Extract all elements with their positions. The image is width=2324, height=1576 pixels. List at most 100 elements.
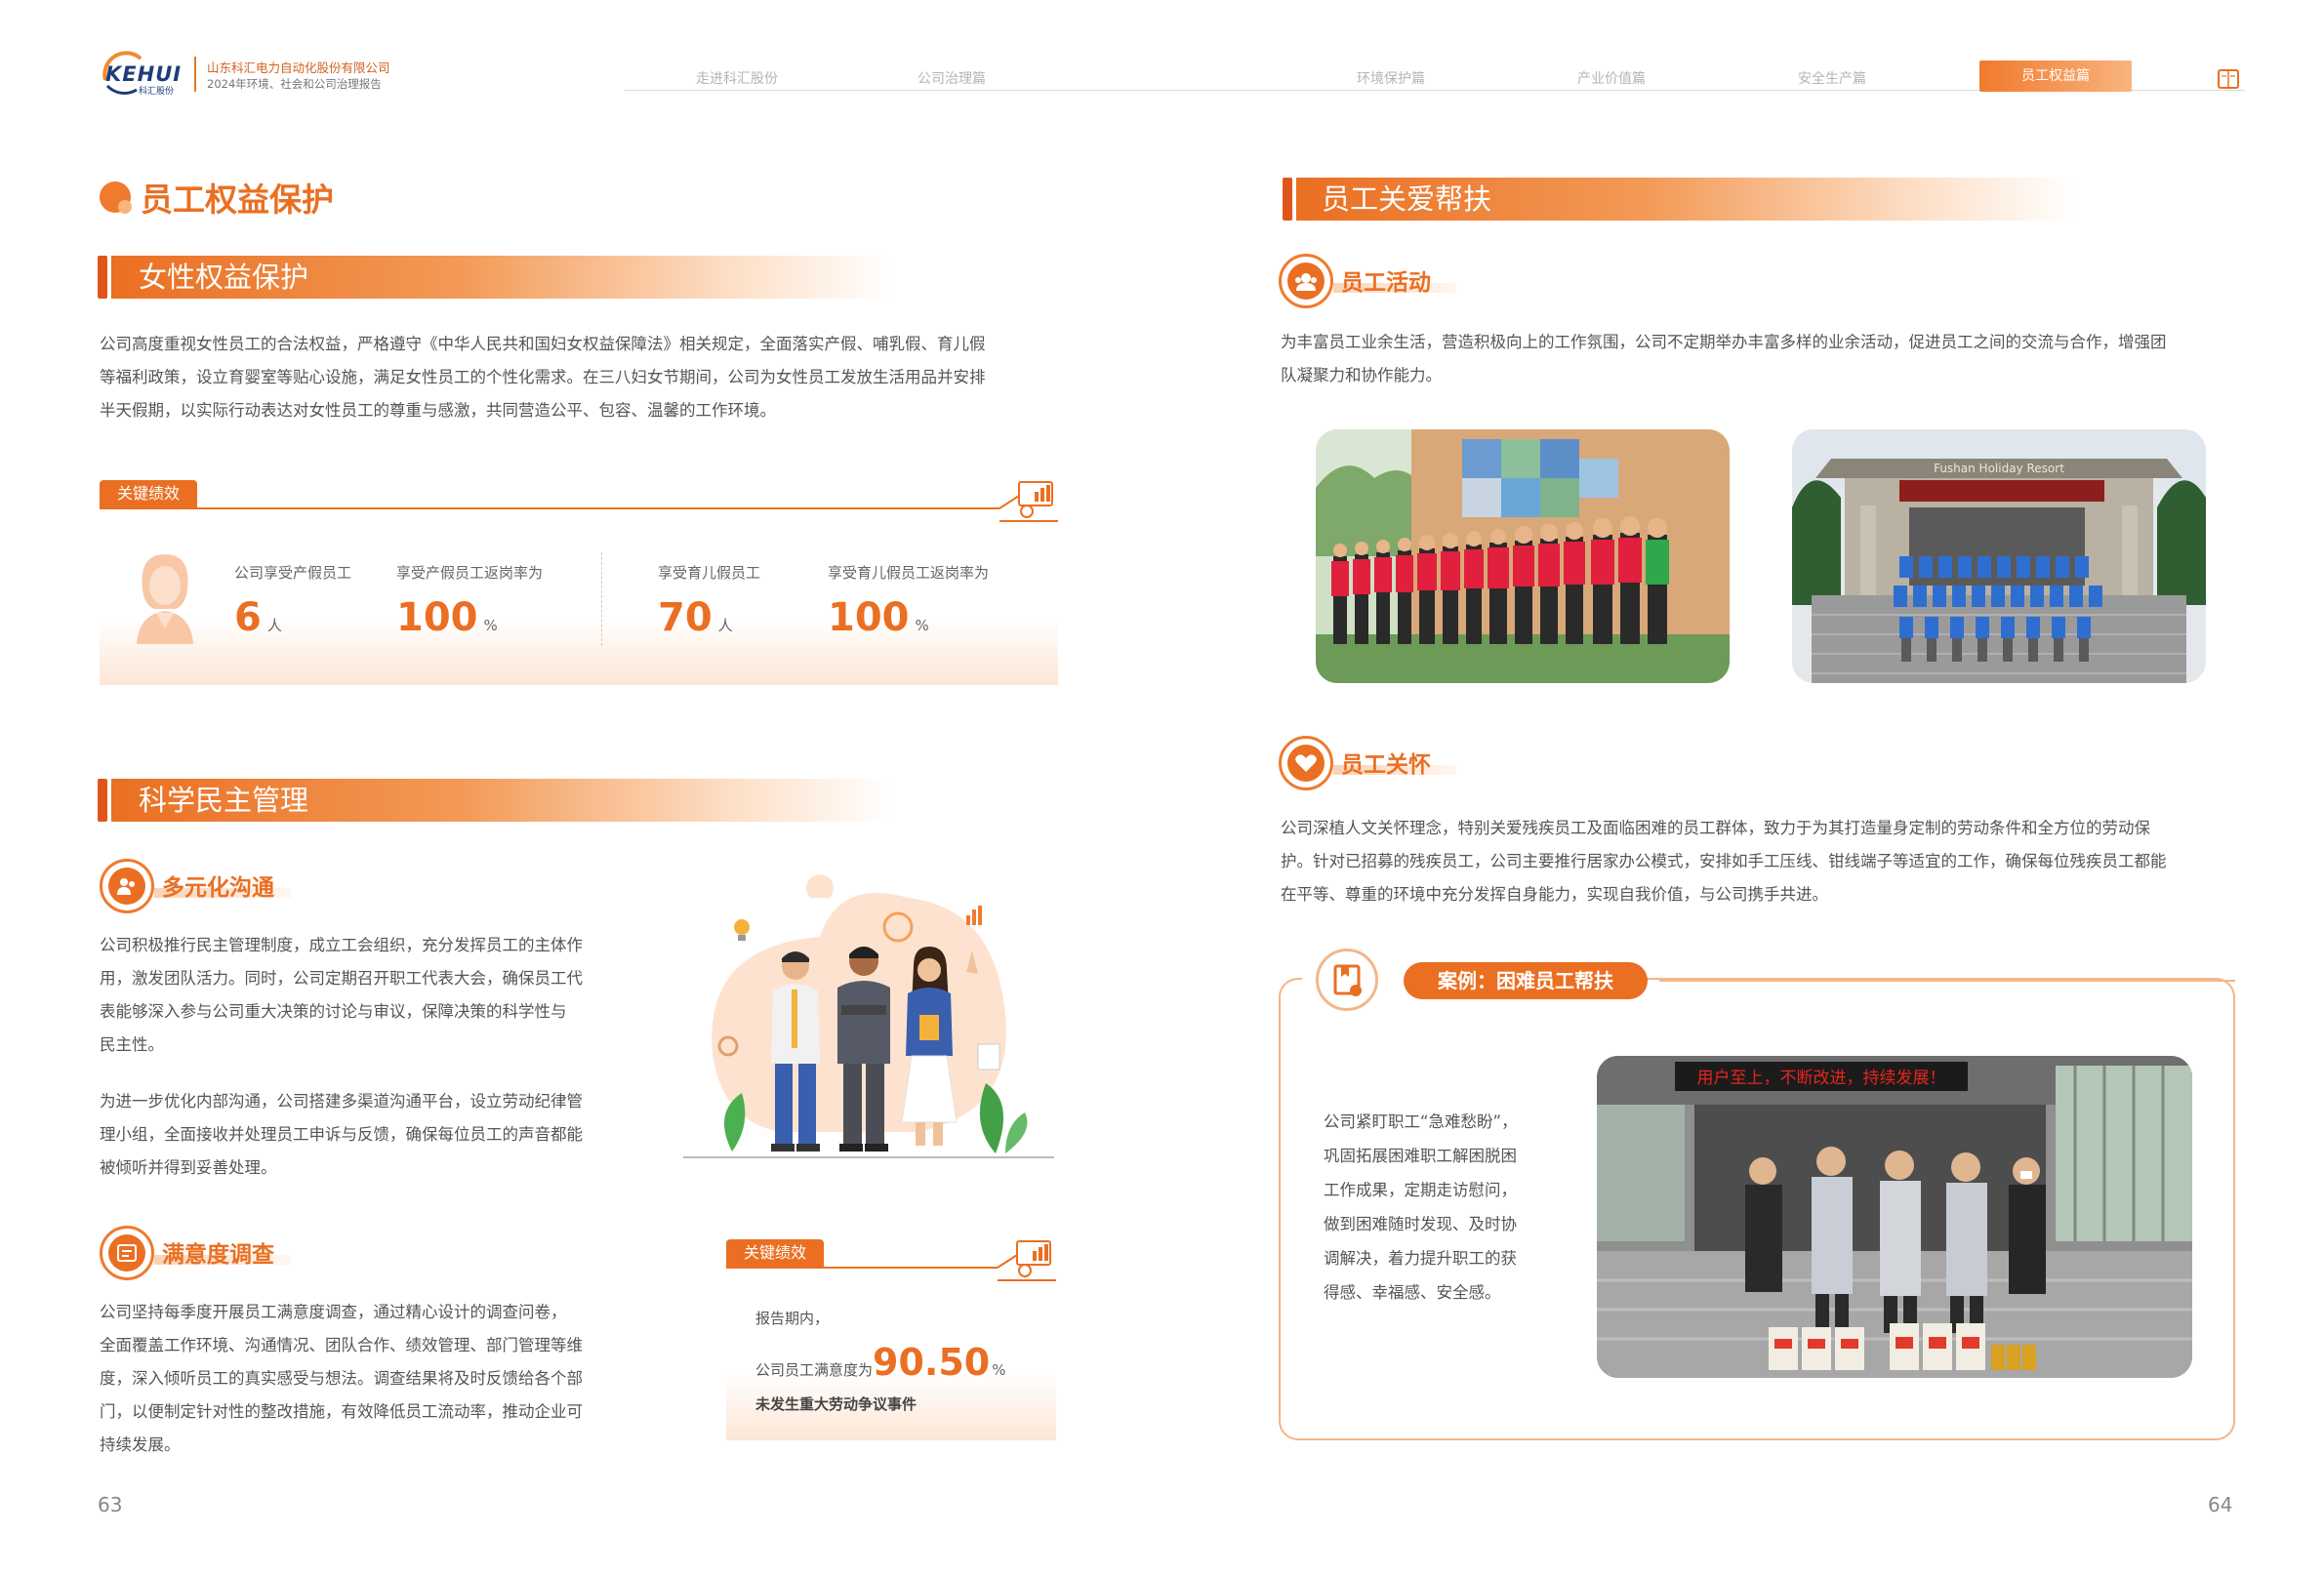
paragraph-line: 为进一步优化内部沟通，公司搭建多渠道沟通平台，设立劳动纪律管 bbox=[100, 1092, 583, 1111]
kpi-value-row: 100% bbox=[828, 595, 929, 640]
paragraph-line: 巩固拓展困难职工解困脱困 bbox=[1324, 1147, 1517, 1165]
page-number-left: 63 bbox=[98, 1493, 123, 1516]
kpi-unit: % bbox=[915, 617, 929, 634]
nav-item-safety[interactable]: 安全生产篇 bbox=[1769, 68, 1896, 88]
paragraph-line: 理小组，全面接收并处理员工申诉与反馈，确保每位员工的声音都能 bbox=[100, 1125, 583, 1144]
paragraph-line: 在平等、尊重的环境中充分发挥自身能力，实现自我价值，与公司携手共进。 bbox=[1281, 885, 1828, 904]
kpi-value-row: 6人 bbox=[234, 595, 282, 640]
paragraph-line: 调解决，着力提升职工的获 bbox=[1324, 1249, 1517, 1268]
kpi-unit: % bbox=[992, 1361, 1006, 1379]
subsection-title-care: 员工关怀 bbox=[1341, 752, 1431, 778]
kpi-unit: 人 bbox=[717, 617, 733, 634]
nav-item-employee-active[interactable]: 员工权益篇 bbox=[1979, 61, 2132, 92]
kpi-value-row: 100% bbox=[396, 595, 498, 640]
kpi-divider bbox=[100, 507, 999, 509]
paragraph-line: 工作成果，定期走访慰问， bbox=[1324, 1181, 1517, 1199]
kpi-label: 公司员工满意度为 bbox=[755, 1361, 874, 1379]
nav-item-environment[interactable]: 环境保护篇 bbox=[1327, 68, 1454, 88]
kpi-label: 享受产假员工返岗率为 bbox=[396, 564, 544, 582]
kpi-unit: % bbox=[483, 617, 498, 634]
paragraph-line: 护。针对已招募的残疾员工，公司主要推行居家办公模式，安排如手工压线、钳线端子等适… bbox=[1281, 852, 2167, 870]
kpi-divider bbox=[726, 1267, 998, 1269]
logo-text: KEHUI bbox=[105, 62, 183, 86]
page-title: 员工权益保护 bbox=[141, 181, 334, 219]
case-icon bbox=[1316, 949, 1378, 1011]
kpi-value-row: 70 人 bbox=[658, 595, 733, 640]
nav-item-industry[interactable]: 产业价值篇 bbox=[1548, 68, 1675, 88]
kpi-label: 享受育儿假员工返岗率为 bbox=[828, 564, 990, 582]
kpi-chart-icon bbox=[999, 481, 1058, 522]
activity-icon bbox=[1279, 254, 1333, 308]
kpi-value: 70 bbox=[658, 595, 713, 640]
case-title: 案例：困难员工帮扶 bbox=[1404, 962, 1648, 999]
report-header: KEHUI 科汇股份 山东科汇电力自动化股份有限公司 2024年环境、社会和公司… bbox=[0, 0, 2324, 107]
paragraph-line: 做到困难随时发现、及时协 bbox=[1324, 1215, 1517, 1233]
nav-item-governance[interactable]: 公司治理篇 bbox=[888, 68, 1015, 88]
section-band-marker bbox=[1283, 178, 1292, 221]
paragraph-line: 半天假期，以实际行动表达对女性员工的尊重与感激，共同营造公平、包容、温馨的工作环… bbox=[100, 401, 776, 420]
subsection-title-survey: 满意度调查 bbox=[162, 1242, 274, 1268]
paragraph-line: 等福利政策，设立育婴室等贴心设施，满足女性员工的个性化需求。在三八妇女节期间，公… bbox=[100, 368, 986, 386]
care-paragraph: 公司深植人文关怀理念，特别关爱残疾员工及面临困难的员工群体，致力于为其打造量身定… bbox=[1281, 812, 2257, 911]
paragraph-line: 公司坚持每季度开展员工满意度调查，通过精心设计的调查问卷， bbox=[100, 1303, 567, 1321]
kpi-divider-end bbox=[999, 520, 1058, 522]
kpi-value: 90.50 bbox=[873, 1341, 991, 1384]
paragraph-line: 公司积极推行民主管理制度，成立工会组织，充分发挥员工的主体作 bbox=[100, 936, 583, 954]
communication-icon bbox=[100, 859, 154, 913]
subsection-title-communication: 多元化沟通 bbox=[162, 875, 274, 901]
team-illustration bbox=[683, 874, 1054, 1158]
paragraph-line: 持续发展。 bbox=[100, 1435, 181, 1454]
kpi-value-row: 公司员工满意度为90.50% bbox=[755, 1341, 1005, 1384]
section-title-democracy: 科学民主管理 bbox=[139, 784, 309, 817]
paragraph-line: 民主性。 bbox=[100, 1035, 164, 1054]
kpi-separator bbox=[601, 552, 602, 646]
page-number-right: 64 bbox=[2208, 1493, 2233, 1516]
paragraph-line: 为丰富员工业余生活，营造积极向上的工作氛围，公司不定期举办丰富多样的业余活动，促… bbox=[1281, 333, 2167, 351]
paragraph-line: 用，激发团队活力。同时，公司定期召开职工代表大会，确保员工代 bbox=[100, 969, 583, 988]
kpi-unit: 人 bbox=[266, 617, 282, 634]
paragraph-line: 队凝聚力和协作能力。 bbox=[1281, 366, 1442, 384]
kpi-label: 享受育儿假员工 bbox=[658, 564, 761, 582]
paragraph-line: 被倾听并得到妥善处理。 bbox=[100, 1158, 277, 1177]
paragraph-line: 得感、幸福感、安全感。 bbox=[1324, 1283, 1501, 1302]
kpi-label: 公司享受产假员工 bbox=[234, 564, 352, 582]
case-photo: 用户至上，不断改进，持续发展！ bbox=[1597, 1056, 2192, 1378]
book-icon[interactable] bbox=[2218, 68, 2239, 90]
paragraph-line: 表能够深入参与公司重大决策的讨论与审议，保障决策的科学性与 bbox=[100, 1002, 567, 1021]
section-title-women: 女性权益保护 bbox=[139, 261, 309, 294]
led-banner-text: 用户至上，不断改进，持续发展！ bbox=[1697, 1069, 1946, 1088]
kpi-period-text: 报告期内， bbox=[755, 1310, 830, 1327]
kpi-chart-icon bbox=[998, 1240, 1056, 1281]
paragraph-line: 门，以便制定针对性的整改措施，有效降低员工流动率，推动企业可 bbox=[100, 1402, 583, 1421]
kpi-divider-end bbox=[998, 1279, 1056, 1281]
case-paragraph: 公司紧盯职工“急难愁盼”， 巩固拓展困难职工解困脱困 工作成果，定期走访慰问， … bbox=[1324, 1105, 1616, 1310]
subsection-title-activity: 员工活动 bbox=[1341, 270, 1431, 296]
section-band-marker bbox=[98, 256, 107, 299]
survey-icon bbox=[100, 1226, 154, 1280]
kpi-value: 100 bbox=[828, 595, 910, 640]
case-title-line bbox=[1659, 980, 2235, 982]
kpi-tag: 关键绩效 bbox=[726, 1239, 824, 1267]
report-name: 2024年环境、社会和公司治理报告 bbox=[207, 77, 382, 91]
kpi-value: 100 bbox=[396, 595, 478, 640]
logo-subtext: 科汇股份 bbox=[139, 87, 175, 97]
activity-photo-resort: Fushan Holiday Resort bbox=[1792, 429, 2206, 683]
section-band-marker bbox=[98, 779, 107, 822]
logo-divider bbox=[194, 57, 196, 92]
paragraph-line: 度，深入倾听员工的真实感受与想法。调查结果将及时反馈给各个部 bbox=[100, 1369, 583, 1388]
nav-item-about[interactable]: 走进科汇股份 bbox=[673, 68, 800, 88]
activity-paragraph: 为丰富员工业余生活，营造积极向上的工作氛围，公司不定期举办丰富多样的业余活动，促… bbox=[1281, 326, 2257, 392]
kpi-value: 6 bbox=[234, 595, 262, 640]
survey-paragraph: 公司坚持每季度开展员工满意度调查，通过精心设计的调查问卷， 全面覆盖工作环境、沟… bbox=[100, 1296, 646, 1462]
care-icon bbox=[1279, 736, 1333, 790]
paragraph-line: 全面覆盖工作环境、沟通情况、团队合作、绩效管理、部门管理等维 bbox=[100, 1336, 583, 1354]
women-paragraph: 公司高度重视女性员工的合法权益，严格遵守《中华人民共和国妇女权益保障法》相关规定… bbox=[100, 328, 1066, 427]
paragraph-line: 公司紧盯职工“急难愁盼”， bbox=[1324, 1112, 1518, 1131]
title-dot-small-icon bbox=[118, 200, 132, 214]
kpi-box-survey: 报告期内， 公司员工满意度为90.50% 未发生重大劳动争议事件 bbox=[726, 1290, 1056, 1440]
section-title-care: 员工关爱帮扶 bbox=[1322, 182, 1492, 216]
paragraph-line: 公司高度重视女性员工的合法权益，严格遵守《中华人民共和国妇女权益保障法》相关规定… bbox=[100, 335, 986, 353]
resort-sign-text: Fushan Holiday Resort bbox=[1934, 462, 2064, 475]
kpi-box-women: 公司享受产假员工 6人 享受产假员工返岗率为 100% 享受育儿假员工 70 人 … bbox=[100, 537, 1058, 685]
communication-paragraph-1: 公司积极推行民主管理制度，成立工会组织，充分发挥员工的主体作 用，激发团队活力。… bbox=[100, 929, 646, 1062]
